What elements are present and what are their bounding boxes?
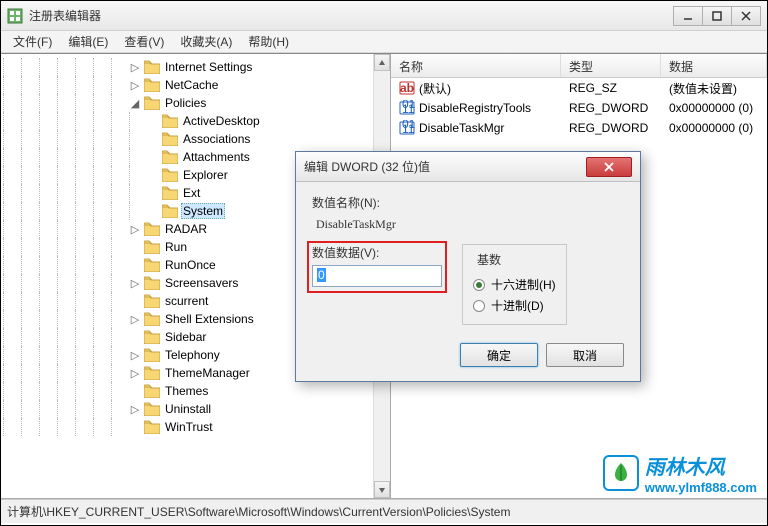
ok-button[interactable]: 确定	[460, 343, 538, 367]
dialog-title: 编辑 DWORD (32 位)值	[304, 158, 586, 175]
cancel-button[interactable]: 取消	[546, 343, 624, 367]
tree-label[interactable]: ActiveDesktop	[181, 114, 262, 128]
value-data: 0x00000000 (0)	[661, 121, 767, 135]
radix-dec-radio[interactable]: 十进制(D)	[473, 297, 556, 314]
list-row[interactable]: 011110DisableTaskMgrREG_DWORD0x00000000 …	[391, 118, 767, 138]
tree-label[interactable]: Internet Settings	[163, 60, 254, 74]
menu-favorites[interactable]: 收藏夹(A)	[172, 31, 240, 52]
tree-toggle[interactable]: ◢	[129, 97, 141, 110]
radio-icon	[473, 300, 485, 312]
tree-label[interactable]: Associations	[181, 132, 252, 146]
tree-label[interactable]: RunOnce	[163, 258, 218, 272]
value-name: DisableTaskMgr	[419, 121, 504, 135]
scroll-up-button[interactable]	[374, 54, 390, 71]
tree-toggle[interactable]: ▷	[129, 313, 141, 326]
tree-item[interactable]: ▷ Uninstall	[3, 400, 390, 418]
radix-hex-radio[interactable]: 十六进制(H)	[473, 276, 556, 293]
value-name: DisableRegistryTools	[419, 101, 531, 115]
tree-label[interactable]: Themes	[163, 384, 210, 398]
menu-help[interactable]: 帮助(H)	[240, 31, 297, 52]
tree-label[interactable]: WinTrust	[163, 420, 215, 434]
tree-label[interactable]: Shell Extensions	[163, 312, 256, 326]
tree-label[interactable]: Screensavers	[163, 276, 240, 290]
tree-item[interactable]: WinTrust	[3, 418, 390, 436]
regedit-icon	[7, 8, 23, 24]
tree-toggle[interactable]: ▷	[129, 223, 141, 236]
list-row[interactable]: ab (默认) REG_SZ(数值未设置)	[391, 78, 767, 98]
menu-file[interactable]: 文件(F)	[5, 31, 60, 52]
close-button[interactable]	[731, 6, 761, 26]
tree-toggle[interactable]: ▷	[129, 403, 141, 416]
tree-label[interactable]: NetCache	[163, 78, 220, 92]
window-title: 注册表编辑器	[29, 7, 674, 24]
menubar: 文件(F) 编辑(E) 查看(V) 收藏夹(A) 帮助(H)	[1, 31, 767, 53]
tree-toggle[interactable]: ▷	[129, 79, 141, 92]
dialog-titlebar[interactable]: 编辑 DWORD (32 位)值	[296, 152, 640, 182]
col-data[interactable]: 数据	[661, 54, 767, 77]
value-data: (数值未设置)	[661, 80, 767, 97]
menu-view[interactable]: 查看(V)	[116, 31, 172, 52]
tree-label[interactable]: Sidebar	[163, 330, 208, 344]
tree-label[interactable]: Policies	[163, 96, 208, 110]
list-row[interactable]: 011110DisableRegistryToolsREG_DWORD0x000…	[391, 98, 767, 118]
tree-label[interactable]: Telephony	[163, 348, 222, 362]
tree-label[interactable]: scurrent	[163, 294, 210, 308]
tree-label[interactable]: Attachments	[181, 150, 252, 164]
titlebar: 注册表编辑器	[1, 1, 767, 31]
tree-toggle[interactable]: ▷	[129, 277, 141, 290]
status-path: 计算机\HKEY_CURRENT_USER\Software\Microsoft…	[7, 503, 510, 520]
window-controls	[674, 6, 761, 26]
tree-item[interactable]: Associations	[3, 130, 390, 148]
col-type[interactable]: 类型	[561, 54, 661, 77]
tree-label[interactable]: ThemeManager	[163, 366, 252, 380]
value-data: 0x00000000 (0)	[661, 101, 767, 115]
dialog-close-button[interactable]	[586, 157, 632, 177]
base-label: 基数	[473, 251, 505, 268]
tree-label[interactable]: RADAR	[163, 222, 209, 236]
tree-item[interactable]: ▷ Internet Settings	[3, 58, 390, 76]
tree-toggle[interactable]: ▷	[129, 349, 141, 362]
minimize-button[interactable]	[673, 6, 703, 26]
tree-item[interactable]: Themes	[3, 382, 390, 400]
edit-dword-dialog: 编辑 DWORD (32 位)值 数值名称(N): DisableTaskMgr…	[295, 151, 641, 382]
value-data-highlight: 数值数据(V): 0	[307, 241, 447, 293]
tree-label[interactable]: System	[181, 203, 225, 219]
value-type: REG_DWORD	[561, 121, 661, 135]
scroll-down-button[interactable]	[374, 481, 390, 498]
value-data-label: 数值数据(V):	[312, 244, 442, 261]
tree-label[interactable]: Ext	[181, 186, 202, 200]
tree-item[interactable]: ActiveDesktop	[3, 112, 390, 130]
svg-text:110: 110	[402, 122, 415, 136]
dialog-body: 数值名称(N): DisableTaskMgr 数值数据(V): 0 基数 十六…	[296, 182, 640, 381]
tree-label[interactable]: Uninstall	[163, 402, 213, 416]
value-type: REG_DWORD	[561, 101, 661, 115]
svg-text:110: 110	[402, 102, 415, 116]
value-name-field: DisableTaskMgr	[312, 215, 624, 234]
tree-item[interactable]: ◢ Policies	[3, 94, 390, 112]
value-data-input[interactable]: 0	[312, 265, 442, 287]
tree-item[interactable]: ▷ NetCache	[3, 76, 390, 94]
tree-label[interactable]: Explorer	[181, 168, 230, 182]
tree-label[interactable]: Run	[163, 240, 189, 254]
tree-toggle[interactable]: ▷	[129, 61, 141, 74]
value-type: REG_SZ	[561, 81, 661, 95]
value-name-label: 数值名称(N):	[312, 194, 624, 211]
value-name: (默认)	[419, 80, 451, 97]
list-header: 名称 类型 数据	[391, 54, 767, 78]
watermark: 雨林木风 www.ylmf888.com	[603, 451, 757, 495]
col-name[interactable]: 名称	[391, 54, 561, 77]
watermark-icon	[603, 455, 639, 491]
maximize-button[interactable]	[702, 6, 732, 26]
watermark-url: www.ylmf888.com	[645, 480, 757, 495]
radio-icon	[473, 279, 485, 291]
tree-toggle[interactable]: ▷	[129, 367, 141, 380]
menu-edit[interactable]: 编辑(E)	[60, 31, 116, 52]
svg-text:ab: ab	[400, 81, 414, 95]
statusbar: 计算机\HKEY_CURRENT_USER\Software\Microsoft…	[1, 499, 767, 523]
base-fieldset: 基数 十六进制(H) 十进制(D)	[462, 244, 567, 325]
watermark-text: 雨林木风	[645, 451, 757, 480]
